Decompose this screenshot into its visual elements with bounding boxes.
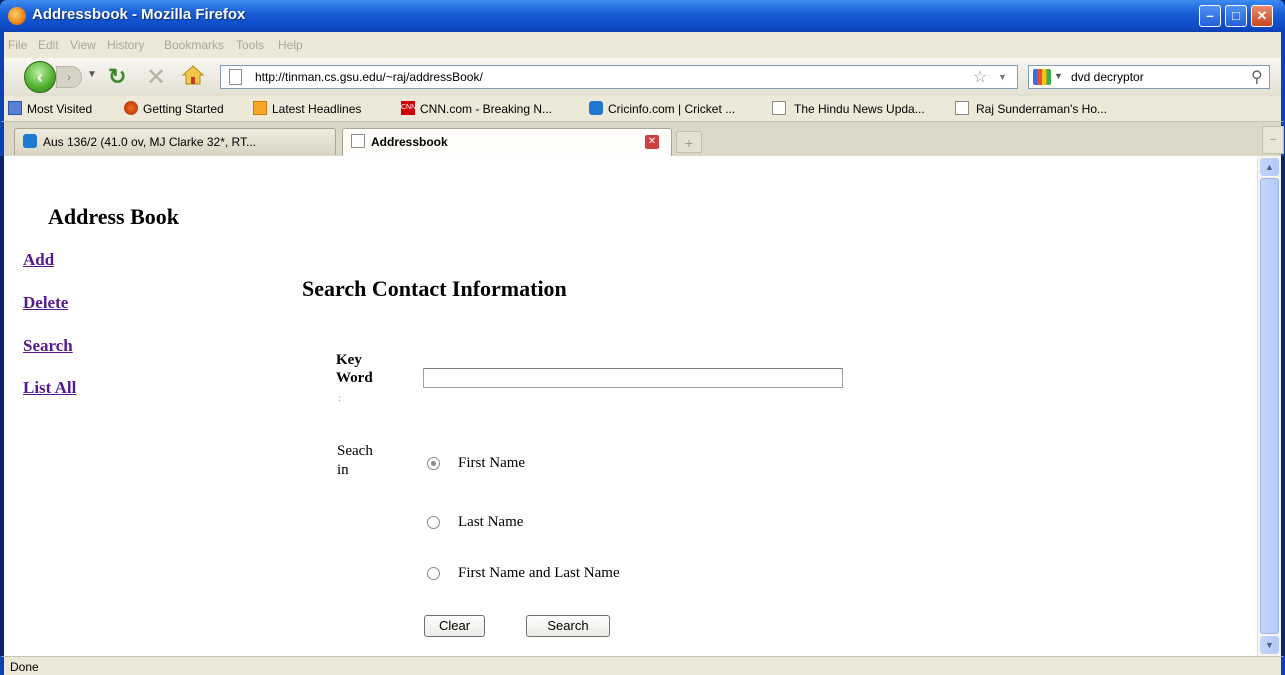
search-bar[interactable]: ▼ dvd decryptor ⚲	[1028, 65, 1270, 89]
vertical-scrollbar[interactable]: ▲ ▼	[1257, 156, 1281, 656]
scrollbar-thumb[interactable]	[1260, 178, 1279, 634]
keyword-input[interactable]	[423, 368, 843, 388]
new-tab-button[interactable]: +	[676, 131, 702, 153]
menu-bookmarks[interactable]: Bookmarks	[164, 38, 224, 52]
page-content: Address Book Add Delete Search List All …	[4, 156, 1257, 656]
google-icon[interactable]	[1033, 69, 1051, 85]
scroll-up-icon[interactable]: ▲	[1260, 158, 1279, 176]
delete-link[interactable]: Delete	[23, 293, 68, 313]
radio-last-name[interactable]: Last Name	[427, 513, 523, 531]
maximize-button[interactable]: □	[1225, 5, 1247, 27]
stop-icon[interactable]: ✕	[146, 63, 166, 92]
menu-view[interactable]: View	[70, 38, 96, 52]
menu-tools[interactable]: Tools	[236, 38, 264, 52]
bookmark-latest-headlines[interactable]: Latest Headlines	[272, 102, 361, 116]
bookmark-raj-sunderraman[interactable]: Raj Sunderraman's Ho...	[976, 102, 1107, 116]
search-in-label: Seach in	[337, 443, 373, 478]
section-title: Search Contact Information	[302, 276, 567, 301]
window-titlebar: Addressbook - Mozilla Firefox – □ ✕	[0, 0, 1285, 32]
cricinfo-icon	[589, 101, 603, 115]
radio-button[interactable]	[427, 456, 440, 470]
tab-label: Aus 136/2 (41.0 ov, MJ Clarke 32*, RT...	[43, 135, 256, 149]
tab-bar: Aus 136/2 (41.0 ov, MJ Clarke 32*, RT...…	[0, 122, 1285, 156]
cnn-icon: CNN	[401, 101, 416, 115]
keyword-label: Key Word	[336, 352, 373, 386]
search-link[interactable]: Search	[23, 336, 73, 356]
home-icon[interactable]	[182, 64, 204, 86]
keyword-colon: :	[338, 392, 342, 404]
tab-label: Addressbook	[371, 135, 448, 149]
bookmark-the-hindu[interactable]: The Hindu News Upda...	[794, 102, 925, 116]
menu-bar: File Edit View History Bookmarks Tools H…	[0, 32, 1285, 58]
radio-button[interactable]	[427, 515, 440, 529]
status-text: Done	[10, 660, 39, 674]
scroll-down-icon[interactable]: ▼	[1260, 636, 1279, 654]
radio-button[interactable]	[427, 566, 440, 580]
page-icon	[229, 69, 242, 85]
bookmark-cricinfo[interactable]: Cricinfo.com | Cricket ...	[608, 102, 735, 116]
list-all-tabs-button[interactable]: –	[1262, 126, 1284, 154]
clear-button[interactable]: Clear	[424, 615, 485, 637]
back-button[interactable]: ‹	[24, 61, 56, 93]
close-button[interactable]: ✕	[1251, 5, 1273, 27]
url-text[interactable]: http://tinman.cs.gsu.edu/~raj/addressBoo…	[255, 70, 483, 84]
firefox-icon	[8, 7, 26, 25]
getting-started-icon	[124, 101, 138, 115]
url-dropdown[interactable]: ▼	[998, 72, 1007, 82]
list-all-link[interactable]: List All	[23, 378, 76, 398]
close-tab-icon[interactable]: ✕	[645, 135, 659, 149]
radio-label: First Name	[458, 454, 526, 471]
forward-button[interactable]: ›	[56, 66, 82, 88]
minimize-icon: –	[1206, 8, 1214, 23]
menu-edit[interactable]: Edit	[38, 38, 59, 52]
status-bar: Done	[0, 656, 1285, 675]
reload-icon[interactable]: ↻	[108, 64, 126, 90]
tab-addressbook[interactable]: Addressbook ✕	[342, 128, 672, 156]
bookmark-most-visited[interactable]: Most Visited	[27, 102, 92, 116]
menu-history[interactable]: History	[107, 38, 144, 52]
radio-label: Last Name	[458, 513, 524, 530]
radio-first-name[interactable]: First Name	[427, 454, 525, 472]
add-link[interactable]: Add	[23, 250, 54, 270]
bookmark-getting-started[interactable]: Getting Started	[143, 102, 224, 116]
window-title: Addressbook - Mozilla Firefox	[32, 6, 246, 23]
star-icon[interactable]: ☆	[973, 67, 987, 87]
rss-icon	[253, 101, 267, 115]
search-button[interactable]: Search	[526, 615, 610, 637]
page-icon	[351, 134, 365, 148]
search-engine-dropdown[interactable]: ▼	[1054, 71, 1063, 81]
navigation-toolbar: ‹ › ▼ ↻ ✕ http://tinman.cs.gsu.edu/~raj/…	[0, 58, 1285, 96]
cricinfo-icon	[23, 134, 37, 148]
most-visited-icon	[8, 101, 22, 115]
bookmarks-toolbar: Most Visited Getting Started Latest Head…	[0, 96, 1285, 122]
bookmark-cnn[interactable]: CNN.com - Breaking N...	[420, 102, 552, 116]
url-bar[interactable]: http://tinman.cs.gsu.edu/~raj/addressBoo…	[220, 65, 1018, 89]
history-dropdown[interactable]: ▼	[87, 69, 97, 80]
back-icon: ‹	[37, 67, 43, 87]
menu-help[interactable]: Help	[278, 38, 303, 52]
page-icon	[955, 101, 969, 115]
maximize-icon: □	[1232, 8, 1240, 23]
search-text[interactable]: dvd decryptor	[1071, 70, 1144, 84]
menu-file[interactable]: File	[8, 38, 27, 52]
radio-first-and-last-name[interactable]: First Name and Last Name	[427, 564, 620, 582]
close-icon: ✕	[1256, 8, 1268, 23]
magnifier-icon[interactable]: ⚲	[1251, 67, 1263, 87]
forward-icon: ›	[67, 70, 71, 84]
tab-cricket-score[interactable]: Aus 136/2 (41.0 ov, MJ Clarke 32*, RT...	[14, 128, 336, 155]
page-icon	[772, 101, 786, 115]
minimize-button[interactable]: –	[1199, 5, 1221, 27]
page-title: Address Book	[48, 204, 180, 229]
radio-label: First Name and Last Name	[458, 564, 620, 581]
